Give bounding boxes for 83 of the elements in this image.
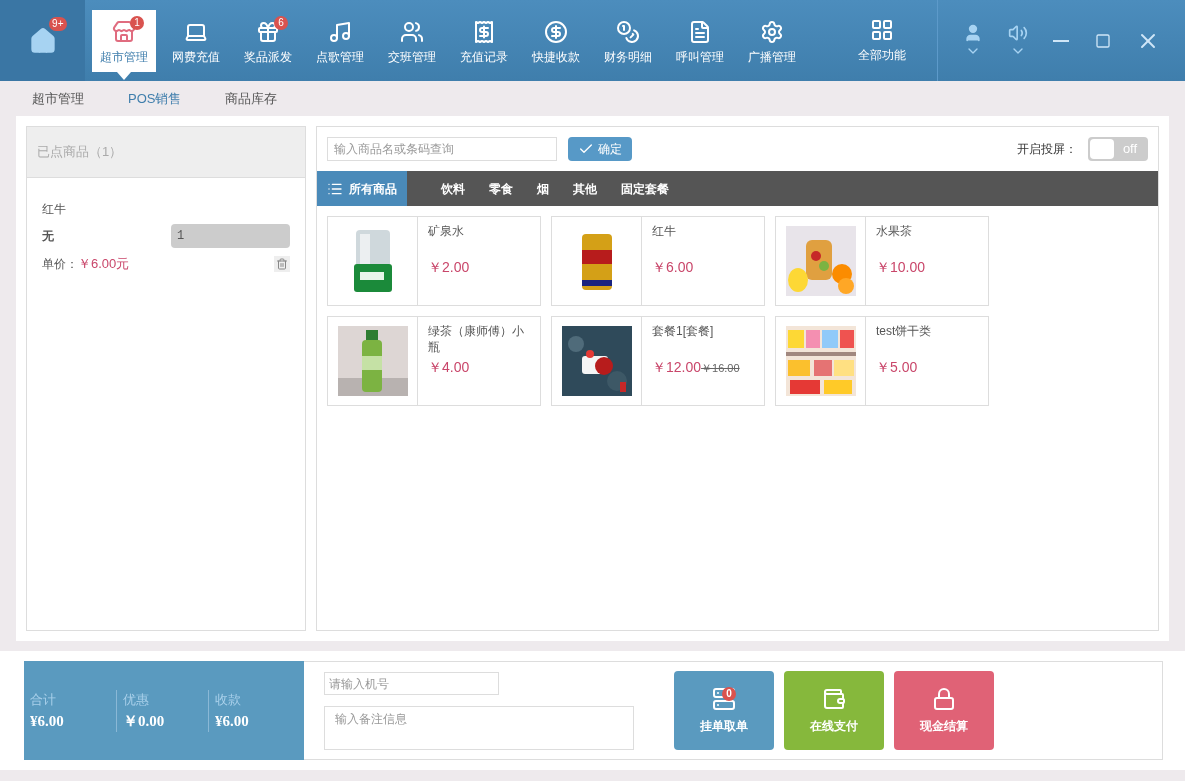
nav-item[interactable]: 财务明细 [596,9,660,72]
category-tab[interactable]: 其他 [561,171,609,206]
product-card[interactable]: test饼干类 ￥5.00 [775,316,989,406]
sub-tab[interactable]: 超市管理 [32,88,84,109]
product-name: 绿茶（康师傅）小瓶 [428,323,525,355]
notification-badge: 6 [274,15,288,30]
product-card[interactable]: 绿茶（康师傅）小瓶 ￥4.00 [327,316,541,406]
total-label: 收款 [215,691,242,709]
product-name: 水果茶 [876,223,913,240]
category-tab[interactable]: 烟 [525,171,561,206]
machine-number-field[interactable]: 请输入机号 [324,672,499,695]
total-label: 合计 [30,691,57,709]
total-value: ¥6.00 [215,711,250,731]
product-name: test饼干类 [876,323,933,340]
speaker-icon [1008,22,1029,43]
product-price: ￥5.00 [876,358,918,377]
note-field[interactable]: 输入备注信息 [324,706,634,750]
product-price: ￥2.00 [428,258,470,277]
coin-icon [544,19,568,44]
category-tab[interactable]: 零食 [477,171,525,206]
store-icon [112,19,136,44]
nav-item[interactable]: 网费充值 [164,9,228,72]
house-icon [28,26,57,55]
maximize-icon [1094,32,1111,49]
nav-item[interactable]: 呼叫管理 [668,9,732,72]
unit-price: 单价：￥6.00元 [42,255,130,273]
category-tab[interactable]: 固定套餐 [609,171,681,206]
product-card[interactable]: 套餐1[套餐] ￥12.00￥16.00 [551,316,765,406]
category-tab[interactable]: 所有商品 [317,171,407,206]
sub-tab[interactable]: POS销售 [128,88,182,109]
confirm-button[interactable]: 确定 [568,137,632,161]
gear-icon [760,19,784,44]
notification-badge: 1 [130,15,144,30]
action-button[interactable]: 0 挂单取单 [674,671,774,750]
count-badge: 0 [722,686,736,701]
delete-button[interactable] [274,255,290,272]
product-name: 套餐1[套餐] [652,323,715,340]
order-title: 已点商品（1） [37,143,123,162]
nav-item[interactable]: 充值记录 [452,9,516,72]
product-card[interactable]: 红牛 ￥6.00 [551,216,765,306]
nav-item[interactable]: 快捷收款 [524,9,588,72]
product-price: ￥6.00 [652,258,694,277]
music-icon [328,19,352,44]
product-price: ￥10.00 [876,258,926,277]
notification-badge: 9+ [49,16,67,31]
action-button[interactable]: 现金结算 [894,671,994,750]
grid-icon [870,17,894,42]
nav-item[interactable]: 广播管理 [740,9,804,72]
minimize-button[interactable] [1053,39,1070,42]
nav-item[interactable]: 全部功能 [840,9,924,72]
nav-item[interactable]: 交班管理 [380,9,444,72]
quantity-field[interactable]: 1 [171,224,290,248]
selection-pointer [117,71,131,80]
users-icon [400,19,424,44]
nav-item[interactable]: 点歌管理 [308,9,372,72]
product-card[interactable]: 水果茶 ￥10.00 [775,216,989,306]
nav-item[interactable]: 6 奖品派发 [236,9,300,72]
wallet-icon [822,686,846,711]
receipt-icon [472,19,496,44]
product-price: ￥12.00 [652,358,702,377]
total-value: ￥0.00 [123,711,166,731]
product-name: 矿泉水 [428,223,465,240]
server-icon [712,686,736,711]
search-field[interactable]: 输入商品名或条码查询 [327,137,557,161]
sub-tab[interactable]: 商品库存 [225,88,278,109]
item-name: 红牛 [42,201,67,218]
item-spec: 无 [42,228,54,245]
nav-item[interactable]: 1 超市管理 [92,9,156,72]
category-tab[interactable]: 饮料 [429,171,477,206]
coins-icon [616,19,640,44]
gift-icon [256,19,280,44]
original-price: ￥16.00 [701,361,740,376]
cast-label: 开启投屏： [1017,141,1077,158]
action-button[interactable]: 在线支付 [784,671,884,750]
maximize-button[interactable] [1094,32,1111,49]
product-price: ￥4.00 [428,358,470,377]
total-label: 优惠 [123,691,150,709]
total-value: ¥6.00 [30,711,65,731]
minimize-icon [1053,39,1070,42]
document-icon [688,19,712,44]
product-name: 红牛 [652,223,677,240]
trash-icon [276,257,288,270]
product-card[interactable]: 矿泉水 ￥2.00 [327,216,541,306]
